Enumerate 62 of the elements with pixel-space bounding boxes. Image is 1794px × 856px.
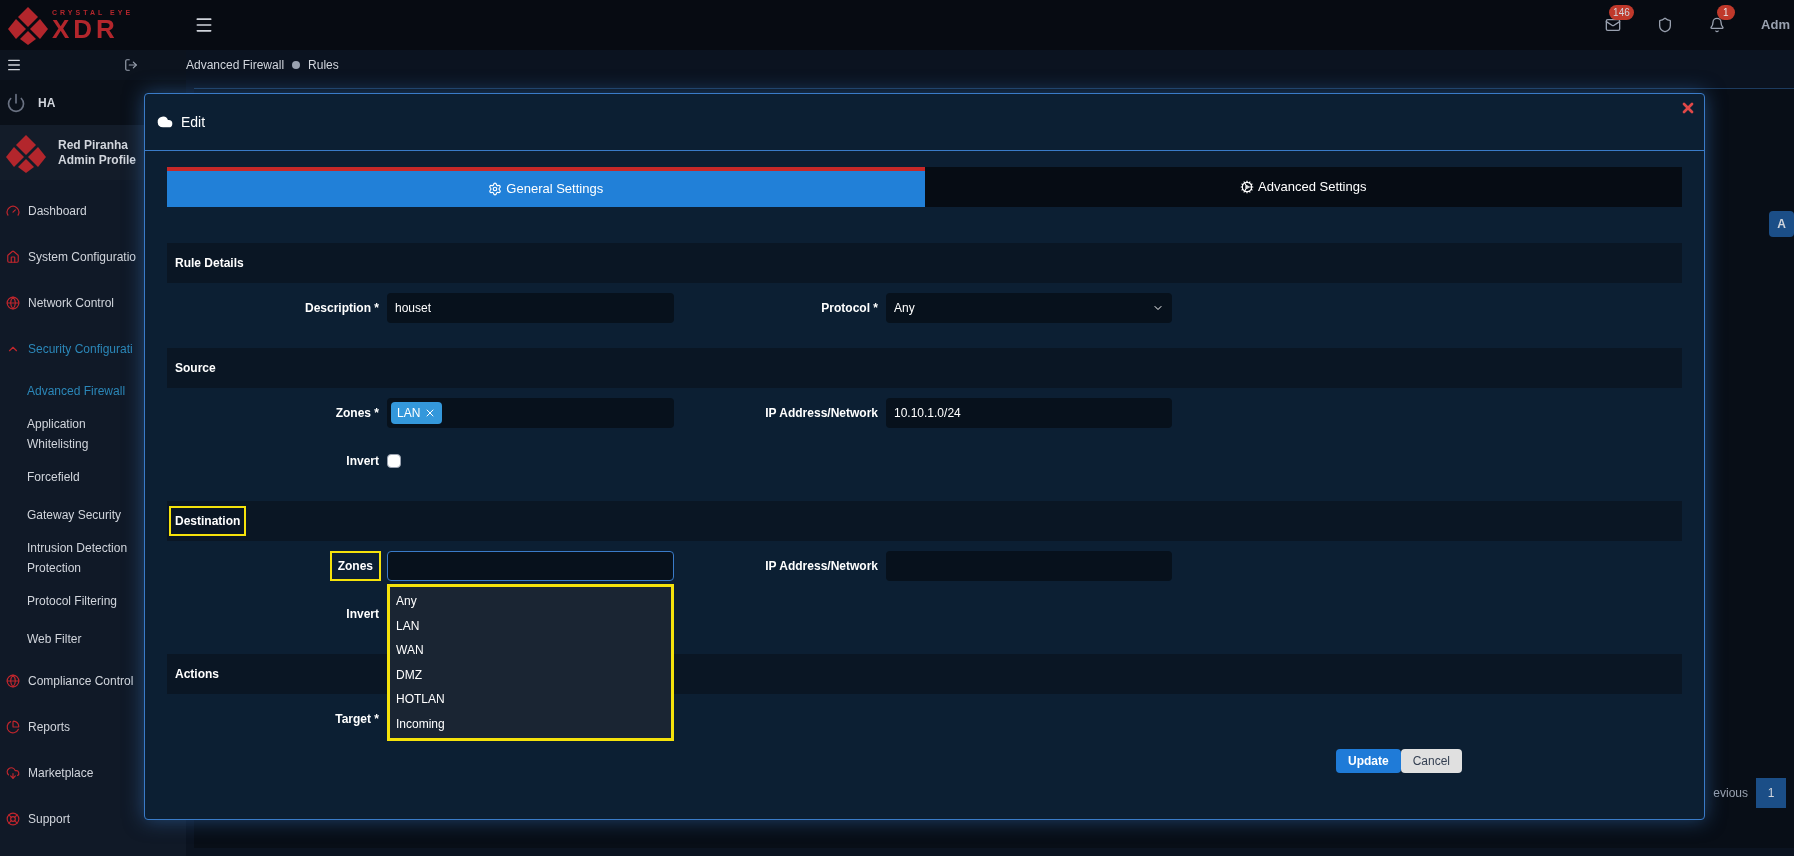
- breadcrumb-link[interactable]: Rules: [308, 56, 339, 74]
- lifebuoy-icon: [6, 812, 20, 826]
- field-label: Invert: [346, 606, 379, 623]
- protocol-select[interactable]: Any: [886, 293, 1172, 323]
- page-button[interactable]: 1: [1756, 778, 1786, 808]
- dropdown-option[interactable]: WAN: [390, 638, 671, 663]
- checkbox[interactable]: [387, 454, 401, 468]
- add-button[interactable]: A: [1769, 211, 1794, 237]
- power-icon[interactable]: [6, 92, 26, 113]
- section-title: Rule Details: [174, 255, 245, 272]
- dropdown-option[interactable]: LAN: [390, 613, 671, 638]
- field-label: Description *: [305, 300, 379, 317]
- globe-icon: [6, 674, 20, 688]
- field-label: Target *: [335, 711, 379, 728]
- logo-icon: [6, 132, 46, 173]
- breadcrumb-separator-icon: [292, 61, 301, 69]
- globe-icon: [6, 296, 20, 310]
- logo-text: XDR: [52, 15, 119, 42]
- user-name[interactable]: Adm: [1761, 15, 1790, 35]
- field-label: Protocol *: [821, 300, 878, 317]
- field-label: Invert: [346, 453, 379, 470]
- gears-icon: [1240, 180, 1255, 194]
- section-title: Destination: [171, 508, 245, 534]
- gear-icon: [488, 182, 503, 196]
- dropdown-option[interactable]: Any: [390, 589, 671, 614]
- text-field[interactable]: houset: [387, 293, 674, 323]
- dropdown-option[interactable]: HOTLAN: [390, 687, 671, 712]
- zones-field[interactable]: [387, 551, 674, 581]
- menu-icon[interactable]: [6, 57, 22, 73]
- breadcrumb-link[interactable]: Advanced Firewall: [186, 56, 285, 74]
- close-icon[interactable]: [1680, 100, 1696, 116]
- pie-chart-icon: [6, 720, 20, 734]
- cloud-icon: [157, 114, 173, 130]
- settings-tab[interactable]: General Settings: [167, 167, 925, 207]
- section-title: Source: [174, 360, 217, 377]
- gauge-icon: [6, 204, 20, 218]
- ha-status: HA: [38, 94, 56, 112]
- dropdown-option[interactable]: DMZ: [390, 662, 671, 687]
- mail-icon[interactable]: [1605, 17, 1622, 33]
- profile-role: Admin Profile: [58, 152, 136, 168]
- notification-icon[interactable]: [1709, 17, 1726, 33]
- previous-link[interactable]: evious: [1713, 784, 1748, 802]
- text-field[interactable]: 10.10.1.0/24: [886, 398, 1172, 428]
- field-label: IP Address/Network: [765, 405, 878, 422]
- shield-icon[interactable]: [1657, 17, 1674, 33]
- field-label: Zones *: [335, 405, 379, 422]
- section-title: Actions: [174, 666, 220, 683]
- mail-badge: 146: [1609, 5, 1634, 20]
- settings-tab[interactable]: Advanced Settings: [924, 167, 1682, 207]
- menu-icon[interactable]: [194, 15, 214, 35]
- field-label: Zones: [331, 553, 379, 579]
- cancel-button[interactable]: Cancel: [1400, 749, 1462, 773]
- dialog-title: Edit: [181, 112, 206, 132]
- alert-badge: 1: [1717, 5, 1735, 20]
- sign-out-icon[interactable]: [124, 58, 138, 72]
- cloud-download-icon: [6, 766, 20, 780]
- logo-icon: [8, 5, 48, 45]
- update-button[interactable]: Update: [1335, 749, 1401, 773]
- field-label: IP Address/Network: [765, 558, 878, 575]
- dropdown-option[interactable]: Incoming: [390, 711, 671, 736]
- profile-name: Red Piranha: [58, 137, 130, 153]
- home-icon: [6, 250, 20, 264]
